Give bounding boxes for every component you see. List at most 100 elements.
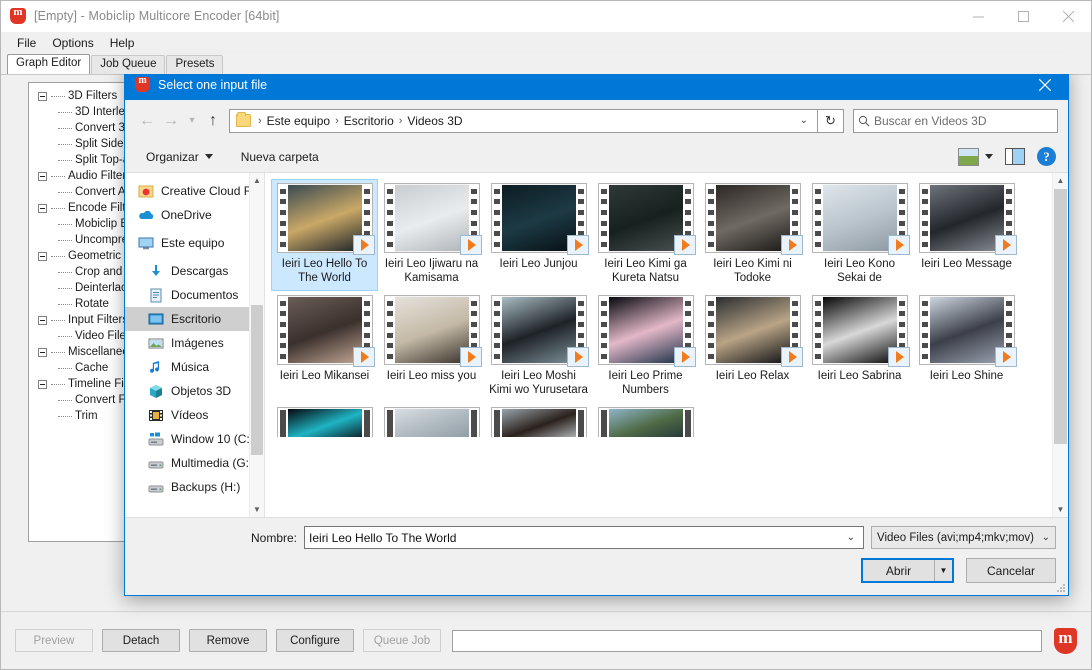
filetype-select[interactable]: Video Files (avi;mp4;mkv;mov) ⌄ <box>871 526 1056 549</box>
navpane-item-multimedia-g[interactable]: Multimedia (G:) <box>125 451 264 475</box>
filelist-scroll-thumb[interactable] <box>1054 189 1067 444</box>
window-controls <box>956 1 1091 32</box>
chevron-down-icon[interactable]: ⌄ <box>794 115 814 126</box>
windows-drive-icon <box>147 431 164 447</box>
tab-presets[interactable]: Presets <box>166 55 224 74</box>
file-tile[interactable]: Ieiri Leo Kono Sekai de <box>806 179 913 291</box>
scroll-up-icon[interactable]: ▲ <box>250 173 264 188</box>
configure-button[interactable]: Configure <box>276 629 354 652</box>
navpane-item-escritorio[interactable]: Escritorio <box>125 307 264 331</box>
filename-input[interactable]: Ieiri Leo Hello To The World ⌄ <box>304 526 864 549</box>
new-folder-button[interactable]: Nueva carpeta <box>232 150 328 164</box>
navpane-scroll-thumb[interactable] <box>251 305 263 455</box>
file-tile[interactable]: Ieiri Leo Relax <box>699 291 806 403</box>
address-bar[interactable]: › Este equipo › Escritorio › Videos 3D ⌄ <box>229 108 818 133</box>
preview-button[interactable]: Preview <box>15 629 93 652</box>
file-tile[interactable]: Ieiri Leo Prime Numbers <box>592 291 699 403</box>
file-tile[interactable] <box>378 403 485 437</box>
menu-options[interactable]: Options <box>44 34 101 52</box>
refresh-icon[interactable]: ↻ <box>818 108 844 133</box>
navigation-pane[interactable]: Creative Cloud Fil OneDrive Este equipo Des… <box>125 173 265 517</box>
expander-icon[interactable] <box>38 203 47 213</box>
detach-button[interactable]: Detach <box>102 629 180 652</box>
navpane-item-window-10-c[interactable]: Window 10 (C:) <box>125 427 264 451</box>
file-tile[interactable]: Ieiri Leo Shine <box>913 291 1020 403</box>
file-tile[interactable]: Ieiri Leo Ijiwaru na Kamisama <box>378 179 485 291</box>
arrow-left-icon[interactable]: ← <box>135 109 159 133</box>
thumbnail-image <box>501 409 576 437</box>
preview-pane-icon[interactable] <box>1005 148 1025 165</box>
expander-icon[interactable] <box>38 379 47 389</box>
open-split-button[interactable]: Abrir ▼ <box>861 558 954 583</box>
menu-file[interactable]: File <box>9 34 44 52</box>
file-list-view[interactable]: Ieiri Leo Hello To The World Ieiri Leo Ij… <box>265 173 1068 517</box>
navpane-item-onedrive[interactable]: OneDrive <box>125 203 264 227</box>
film-perforations <box>277 296 288 364</box>
filelist-scrollbar[interactable]: ▲ ▼ <box>1052 173 1068 517</box>
breadcrumb-escritorio[interactable]: Escritorio <box>342 114 396 128</box>
expander-icon[interactable] <box>38 347 47 357</box>
close-icon[interactable] <box>1046 1 1091 32</box>
file-tile[interactable]: Ieiri Leo Sabrina <box>806 291 913 403</box>
navpane-item-objetos-3d[interactable]: Objetos 3D <box>125 379 264 403</box>
tab-graph-editor[interactable]: Graph Editor <box>7 54 91 74</box>
breadcrumb-separator: › <box>258 114 262 127</box>
navpane-item-este-equipo[interactable]: Este equipo <box>125 231 264 255</box>
tree-connector <box>58 399 72 401</box>
expander-icon[interactable] <box>38 251 47 261</box>
file-tile[interactable]: Ieiri Leo Kimi ni Todoke <box>699 179 806 291</box>
organize-button[interactable]: Organizar <box>137 150 222 164</box>
open-button[interactable]: Abrir <box>863 560 935 581</box>
chevron-down-icon[interactable]: ▾ <box>183 109 201 133</box>
navpane-item-backups-h[interactable]: Backups (H:) <box>125 475 264 499</box>
chevron-down-icon[interactable]: ⌄ <box>843 532 859 543</box>
drive-icon <box>147 455 164 471</box>
scroll-down-icon[interactable]: ▼ <box>250 502 264 517</box>
navpane-item-creative-cloud-fil[interactable]: Creative Cloud Fil <box>125 179 264 203</box>
view-layout-icon[interactable] <box>958 147 979 166</box>
film-perforations <box>384 408 395 437</box>
play-overlay-icon <box>566 235 589 255</box>
file-tile[interactable] <box>485 403 592 437</box>
help-icon[interactable]: ? <box>1037 147 1056 166</box>
file-tile[interactable] <box>592 403 699 437</box>
breadcrumb-videos-3d[interactable]: Videos 3D <box>405 114 464 128</box>
queue-job-button[interactable]: Queue Job <box>363 629 441 652</box>
expander-icon[interactable] <box>38 315 47 325</box>
file-tile[interactable]: Ieiri Leo miss you <box>378 291 485 403</box>
navpane-item-m-sica[interactable]: Música <box>125 355 264 379</box>
remove-button[interactable]: Remove <box>189 629 267 652</box>
expander-icon[interactable] <box>38 171 47 181</box>
expander-icon[interactable] <box>38 91 47 101</box>
chevron-down-icon[interactable] <box>985 154 993 159</box>
open-dropdown-arrow-icon[interactable]: ▼ <box>935 560 952 581</box>
maximize-icon[interactable] <box>1001 1 1046 32</box>
search-input[interactable]: Buscar en Videos 3D <box>853 108 1058 133</box>
arrow-right-icon[interactable]: → <box>159 109 183 133</box>
tab-job-queue[interactable]: Job Queue <box>91 55 166 74</box>
file-tile[interactable]: Ieiri Leo Junjou <box>485 179 592 291</box>
resize-grip[interactable] <box>1056 583 1066 593</box>
navpane-scrollbar[interactable]: ▲ ▼ <box>249 173 264 517</box>
file-tile[interactable] <box>271 403 378 437</box>
file-tile[interactable]: Ieiri Leo Moshi Kimi wo Yurusetara <box>485 291 592 403</box>
file-tile[interactable]: Ieiri Leo Kimi ga Kureta Natsu <box>592 179 699 291</box>
navpane-item-im-genes[interactable]: Imágenes <box>125 331 264 355</box>
cancel-button[interactable]: Cancelar <box>966 558 1056 583</box>
file-tile[interactable]: Ieiri Leo Mikansei <box>271 291 378 403</box>
navpane-item-documentos[interactable]: Documentos <box>125 283 264 307</box>
chevron-down-icon: ⌄ <box>1041 532 1050 543</box>
file-tile[interactable]: Ieiri Leo Message <box>913 179 1020 291</box>
scroll-up-icon[interactable]: ▲ <box>1053 173 1068 188</box>
film-perforations <box>491 184 502 252</box>
navpane-item-descargas[interactable]: Descargas <box>125 259 264 283</box>
menu-help[interactable]: Help <box>102 34 143 52</box>
breadcrumb-este-equipo[interactable]: Este equipo <box>265 114 332 128</box>
arrow-up-icon[interactable]: ↑ <box>201 109 225 133</box>
file-tile-label: Ieiri Leo Shine <box>929 370 1004 382</box>
scroll-down-icon[interactable]: ▼ <box>1053 502 1068 517</box>
navpane-item-v-deos[interactable]: Vídeos <box>125 403 264 427</box>
minimize-icon[interactable] <box>956 1 1001 32</box>
file-tile[interactable]: Ieiri Leo Hello To The World <box>271 179 378 291</box>
tree-item-label: Input Filters <box>68 314 129 326</box>
